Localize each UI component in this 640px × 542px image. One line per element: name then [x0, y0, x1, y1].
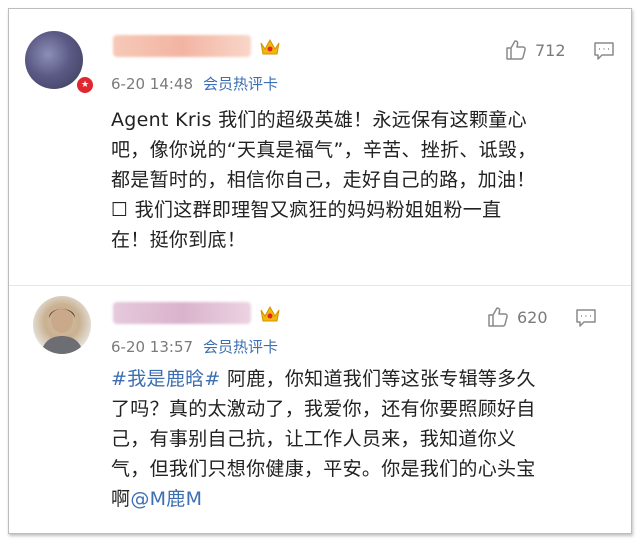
comment-line: Agent Kris 我们的超级英雄！永远保有这颗童心: [111, 109, 527, 131]
avatar[interactable]: [33, 296, 91, 354]
vip-tag[interactable]: 会员热评卡: [203, 75, 278, 93]
avatar-portrait-icon: [41, 307, 83, 354]
comment-date: 6-20 14:48: [111, 75, 194, 93]
crown-icon: [260, 305, 280, 322]
comment-line: 了吗？真的太激动了，我爱你，还有你要照顾好自: [111, 398, 536, 420]
like-count: 620: [517, 307, 548, 327]
vip-tag[interactable]: 会员热评卡: [203, 338, 278, 356]
username-blurred[interactable]: [113, 35, 251, 57]
comment-date: 6-20 13:57: [111, 338, 194, 356]
hashtag-link[interactable]: #我是鹿晗#: [111, 368, 221, 390]
like-count: 712: [535, 40, 566, 60]
thumbs-up-icon: [488, 307, 508, 327]
comment-line-text: 啊: [111, 488, 131, 510]
comment-meta: 6-20 13:57 会员热评卡: [111, 336, 278, 357]
comment-line: 吧，像你说的“天真是福气”，辛苦、挫折、诋毁，: [111, 139, 537, 161]
like-button[interactable]: 620: [487, 306, 548, 328]
comment-line: #我是鹿晗# 阿鹿，你知道我们等这张专辑等多久: [111, 364, 611, 394]
comment-icon[interactable]: [575, 308, 597, 328]
comment-line: 己，有事别自己抗，让工作人员来，我知道你义: [111, 428, 517, 450]
comment-line: 都是暂时的，相信你自己，走好自己的路，加油！: [111, 169, 536, 191]
comment-screenshot: ★ 6-20 14:48 会员热评卡 712 Agent Kris 我们的超级英雄…: [8, 8, 632, 534]
mention-link[interactable]: @M鹿M: [130, 488, 202, 510]
comment-text: Agent Kris 我们的超级英雄！永远保有这颗童心 吧，像你说的“天真是福气…: [111, 105, 611, 255]
comment-line: 啊@M鹿M: [111, 484, 611, 514]
comment-line-text: 阿鹿，你知道我们等这张专辑等多久: [220, 368, 536, 390]
comment-item-1: ★ 6-20 14:48 会员热评卡 712 Agent Kris 我们的超级英雄…: [9, 9, 631, 286]
comment-line: 在！挺你到底！: [111, 229, 247, 251]
username-blurred[interactable]: [113, 302, 251, 324]
comment-icon[interactable]: [593, 41, 615, 61]
like-button[interactable]: 712: [505, 39, 566, 61]
comment-line: 气，但我们只想你健康，平安。你是我们的心头宝: [111, 458, 536, 480]
avatar[interactable]: [25, 31, 83, 89]
comment-item-2: 6-20 13:57 会员热评卡 620 #我是鹿晗# 阿鹿，你知道我们等这张专辑…: [9, 286, 631, 533]
thumbs-up-icon: [506, 40, 526, 60]
verified-badge-icon: ★: [75, 75, 95, 95]
comment-text: #我是鹿晗# 阿鹿，你知道我们等这张专辑等多久 了吗？真的太激动了，我爱你，还有…: [111, 364, 611, 514]
comment-line: ☐ 我们这群即理智又疯狂的妈妈粉姐姐粉一直: [111, 199, 502, 221]
comment-meta: 6-20 14:48 会员热评卡: [111, 73, 278, 94]
crown-icon: [260, 38, 280, 55]
